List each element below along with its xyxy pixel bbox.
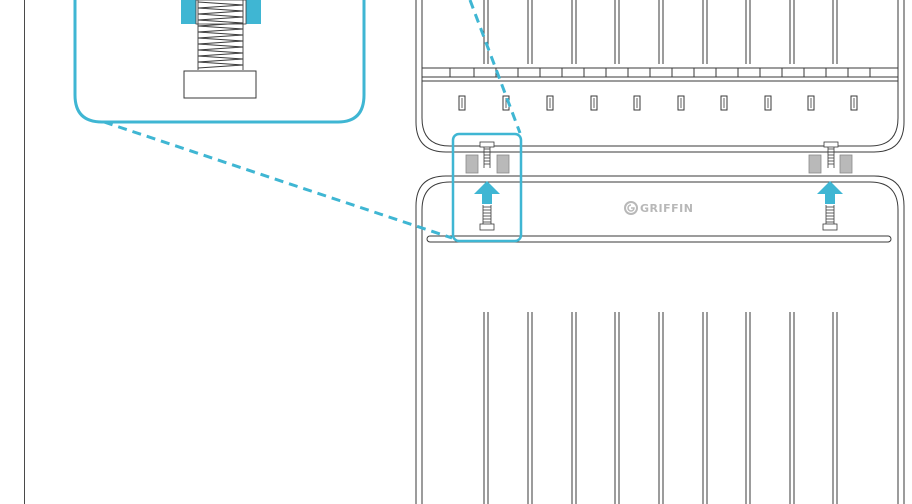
upper-screw-left [479,141,495,168]
arrow-up-icon [474,181,500,204]
brand-wordmark: GRIFFIN [640,202,693,215]
tray-dividers [483,312,838,504]
port-openings [458,95,858,111]
top-slot-dividers [483,0,838,64]
callout-connector-lower [103,120,453,240]
callout-connector-upper [468,0,522,134]
assembly-diagram: GRIFFIN [0,0,912,504]
screw-icon [822,205,838,231]
rail-ticks [449,68,871,77]
arrow-up-icon [817,181,843,204]
screw-icon [479,205,495,231]
mounting-pads [465,154,853,174]
top-unit [415,0,905,153]
diagram-canvas: GRIFFIN [24,0,905,504]
upper-screw-right [823,141,839,168]
griffin-logo-icon [624,201,638,215]
